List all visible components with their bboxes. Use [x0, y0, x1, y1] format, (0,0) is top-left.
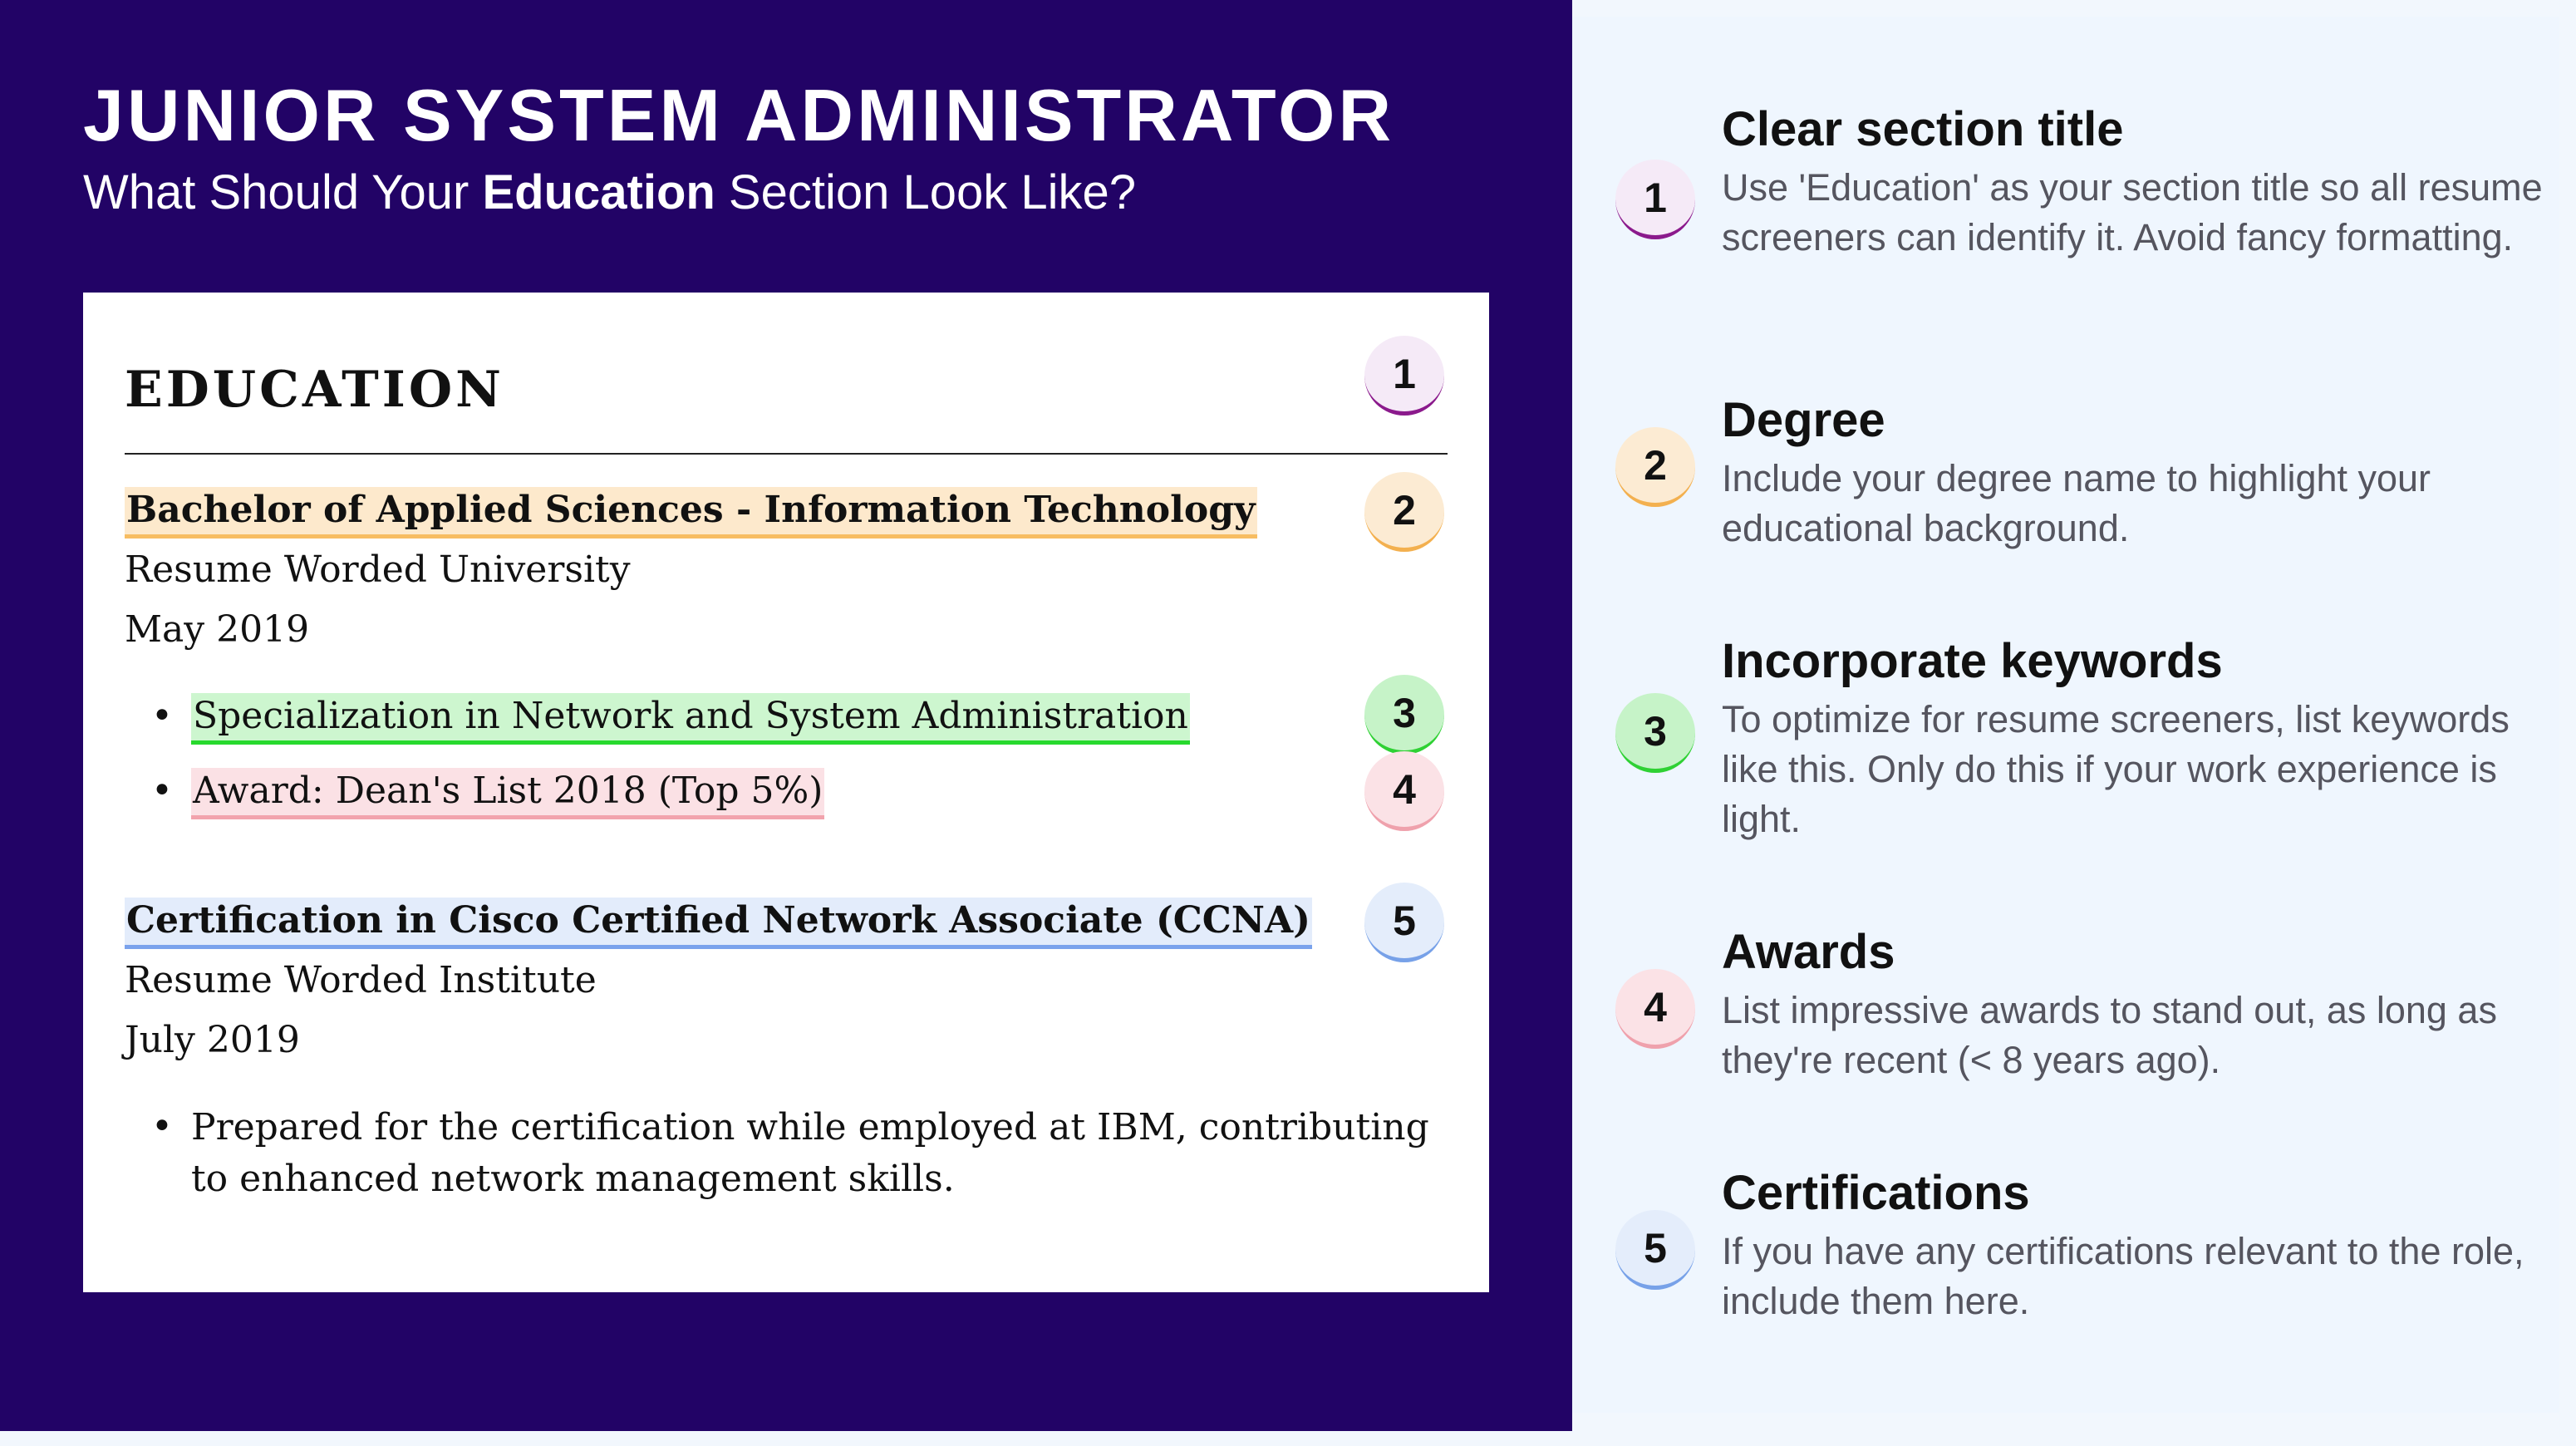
section-divider [125, 453, 1448, 455]
bullet-1-2-highlight: Award: Dean's List 2018 (Top 5%) [191, 768, 825, 819]
subtitle-suffix: Section Look Like? [715, 165, 1137, 219]
tip-4-body: List impressive awards to stand out, as … [1722, 989, 2497, 1081]
resume-card: EDUCATION Bachelor of Applied Sciences -… [83, 293, 1489, 1292]
marker-3-badge: 3 [1364, 675, 1444, 755]
school-2: Resume Worded Institute [125, 959, 597, 1001]
tip-1-body: Use 'Education' as your section title so… [1722, 166, 2543, 258]
marker-5-badge: 5 [1364, 883, 1444, 962]
infographic: JUNIOR SYSTEM ADMINISTRATOR What Should … [0, 0, 2576, 1446]
tip-1-badge: 1 [1615, 160, 1695, 239]
degree-1: Bachelor of Applied Sciences - Informati… [125, 487, 1257, 539]
tip-3-body: To optimize for resume screeners, list k… [1722, 698, 2510, 840]
tip-2-title: Degree [1722, 393, 1885, 447]
subtitle-prefix: What Should Your [83, 165, 483, 219]
bullet-2-1: Prepared for the certification while emp… [191, 1106, 1429, 1200]
tips-panel: 1 Clear section title Use 'Education' as… [1572, 17, 2559, 1413]
tip-2-body: Include your degree name to highlight yo… [1722, 457, 2431, 549]
tip-3-badge: 3 [1615, 693, 1695, 773]
degree-2: Certification in Cisco Certified Network… [125, 898, 1312, 949]
tip-5-body: If you have any certifications relevant … [1722, 1230, 2524, 1322]
marker-4-badge: 4 [1364, 751, 1444, 831]
subtitle-bold: Education [482, 165, 715, 219]
tip-2-badge: 2 [1615, 427, 1695, 507]
school-1: Resume Worded University [125, 548, 631, 591]
tip-5-title: Certifications [1722, 1166, 2030, 1220]
bullet-dot: • [151, 770, 173, 812]
degree-1-highlight: Bachelor of Applied Sciences - Informati… [125, 487, 1257, 539]
left-panel: JUNIOR SYSTEM ADMINISTRATOR What Should … [0, 0, 1572, 1431]
bullet-1-2: Award: Dean's List 2018 (Top 5%) [191, 768, 825, 819]
bullet-dot: • [151, 1105, 173, 1148]
tip-1-title: Clear section title [1722, 102, 2124, 156]
marker-2-badge: 2 [1364, 472, 1444, 552]
page-subtitle: What Should Your Education Section Look … [83, 165, 1136, 220]
bullet-1-1-highlight: Specialization in Network and System Adm… [191, 693, 1190, 745]
date-2: July 2019 [125, 1019, 300, 1061]
bullet-1-1: Specialization in Network and System Adm… [191, 693, 1190, 745]
bullet-dot: • [151, 695, 173, 737]
tip-5-badge: 5 [1615, 1210, 1695, 1290]
date-1: May 2019 [125, 608, 310, 651]
tip-4-title: Awards [1722, 925, 1895, 979]
page-title: JUNIOR SYSTEM ADMINISTRATOR [83, 74, 1395, 156]
resume-section-title: EDUCATION [125, 361, 504, 419]
tip-3-title: Incorporate keywords [1722, 634, 2223, 688]
degree-2-highlight: Certification in Cisco Certified Network… [125, 898, 1312, 949]
marker-1-badge: 1 [1364, 336, 1444, 416]
tip-4-badge: 4 [1615, 969, 1695, 1049]
